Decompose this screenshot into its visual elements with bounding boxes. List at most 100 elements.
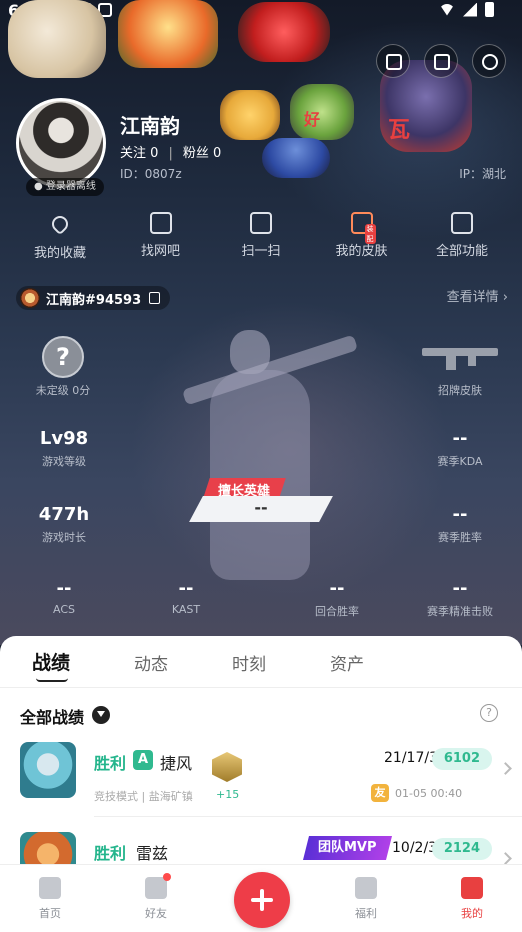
- stat-play-time: 477h 游戏时长: [24, 504, 104, 545]
- records-filter-title[interactable]: 全部战绩: [20, 704, 84, 728]
- tab-moments[interactable]: 时刻: [232, 650, 266, 675]
- stat-value: --: [452, 504, 468, 525]
- stat-precise-kills: -- 赛季精准击败: [414, 578, 506, 619]
- best-hero-value[interactable]: --: [196, 498, 326, 517]
- stat-label: 游戏等级: [42, 455, 86, 468]
- stat-value: --: [178, 578, 194, 599]
- skin-equip-tag: 装配: [364, 224, 376, 244]
- nav-label: 我的: [461, 907, 483, 920]
- stat-acs: -- ACS: [34, 578, 94, 616]
- follow-count[interactable]: 关注 0: [120, 146, 158, 161]
- chevron-down-icon[interactable]: [92, 706, 110, 724]
- sticker-lion-dance: [238, 2, 330, 62]
- game-logo-icon: [20, 288, 40, 308]
- gear-icon: [482, 54, 498, 70]
- fans-count[interactable]: 粉丝 0: [183, 146, 221, 161]
- shortcut-favorites[interactable]: 我的收藏: [12, 212, 108, 261]
- stat-value: Lv98: [39, 428, 89, 449]
- stat-kast: -- KAST: [156, 578, 216, 616]
- shortcut-label: 找网吧: [140, 244, 180, 259]
- fans-value: 0: [212, 146, 222, 161]
- stat-label: 游戏时长: [42, 531, 86, 544]
- stat-label: 赛季精准击败: [427, 605, 493, 618]
- scan-icon: [250, 212, 272, 234]
- tab-bar: 战绩 动态 时刻 资产: [0, 636, 522, 688]
- nav-label: 好友: [145, 907, 167, 920]
- monitor-icon: [149, 212, 172, 234]
- view-details-link[interactable]: 查看详情 ›: [447, 286, 508, 305]
- shortcut-all-features[interactable]: 全部功能: [414, 212, 510, 261]
- gift-icon: [355, 877, 377, 899]
- unread-dot: [163, 873, 171, 881]
- sticker-character: [262, 138, 330, 178]
- agent-silhouette: [170, 322, 360, 622]
- shortcut-my-skins[interactable]: 装配 我的皮肤: [314, 212, 410, 261]
- shortcut-label: 全部功能: [435, 244, 488, 259]
- profile-icon: [461, 877, 483, 899]
- stat-value: --: [329, 578, 345, 599]
- unranked-icon: ?: [42, 336, 84, 378]
- profile-hero: 6:24 好 瓦 ● 登录器离线 江南韵 关注 0|粉丝 0 ID：0807z …: [0, 0, 522, 645]
- rank-icon: [212, 752, 242, 782]
- stat-label: 赛季胜率: [438, 531, 482, 544]
- follow-value: 0: [150, 146, 159, 161]
- stat-season-winrate: -- 赛季胜率: [420, 504, 500, 545]
- tab-records[interactable]: 战绩: [32, 648, 70, 675]
- team-mvp-badge: 团队MVP: [303, 836, 392, 860]
- match-row[interactable]: 胜利 A 捷风 竞技模式 | 盐海矿镇 +15 21/17/3 6102 友 0…: [0, 742, 522, 822]
- wifi-icon: [439, 3, 455, 16]
- stat-level: Lv98 游戏等级: [24, 428, 104, 469]
- sticker-character: [290, 84, 354, 140]
- fans-label: 粉丝: [182, 146, 209, 161]
- status-system-icons: [439, 2, 494, 17]
- match-kda: 10/2/3: [392, 840, 438, 856]
- launcher-status-badge: ● 登录器离线: [26, 178, 104, 196]
- tab-assets[interactable]: 资产: [330, 650, 364, 675]
- copy-icon[interactable]: [149, 292, 161, 304]
- edit-icon: [386, 54, 402, 70]
- shortcut-label: 我的皮肤: [335, 244, 388, 259]
- stat-label: 赛季KDA: [437, 455, 483, 468]
- battery-icon: [485, 2, 494, 17]
- follow-stats: 关注 0 | 粉丝 0: [120, 146, 222, 161]
- sticker-characters: [8, 0, 106, 78]
- nav-label: 福利: [355, 907, 377, 920]
- shortcut-internet-cafe[interactable]: 找网吧: [113, 212, 209, 261]
- sticker-text: 好: [304, 110, 321, 129]
- create-post-button[interactable]: [234, 872, 290, 928]
- nav-me[interactable]: 我的: [442, 877, 502, 921]
- chevron-right-icon: [499, 762, 512, 775]
- match-mode-map: 竞技模式 | 盐海矿镇: [94, 790, 193, 803]
- stat-rank: 未定级 0分: [28, 378, 98, 398]
- agent-name: 捷风: [160, 754, 193, 773]
- game-account-pill[interactable]: 江南韵#94593: [16, 286, 171, 310]
- shortcut-label: 我的收藏: [33, 246, 86, 261]
- signature-skin-gun-icon[interactable]: [422, 342, 498, 370]
- match-score-badge: 2124: [431, 838, 492, 860]
- match-kda: 21/17/3: [384, 750, 438, 766]
- nav-friends[interactable]: 好友: [126, 873, 186, 921]
- avatar[interactable]: [16, 98, 106, 188]
- shortcut-row: 我的收藏 找网吧 扫一扫 装配 我的皮肤 全部功能: [12, 212, 510, 261]
- stat-value: --: [56, 578, 72, 599]
- share-icon: [434, 54, 450, 70]
- silhouette-body: [210, 370, 310, 580]
- heart-icon: [48, 212, 72, 236]
- stat-value: --: [452, 578, 468, 599]
- mvp-text: 团队MVP: [318, 840, 377, 855]
- share-button[interactable]: [424, 44, 458, 78]
- edit-background-button[interactable]: [376, 44, 410, 78]
- nav-benefits[interactable]: 福利: [336, 877, 396, 921]
- skin-icon: 装配: [350, 212, 376, 244]
- settings-button[interactable]: [472, 44, 506, 78]
- match-time: 01-05 00:40: [395, 787, 463, 800]
- nav-home[interactable]: 首页: [20, 877, 80, 921]
- grid-icon: [451, 212, 473, 234]
- shortcut-scan[interactable]: 扫一扫: [213, 212, 309, 261]
- stat-label: ACS: [53, 603, 75, 616]
- friends-icon: [145, 873, 171, 899]
- tab-feed[interactable]: 动态: [134, 650, 168, 675]
- stat-value: 477h: [38, 504, 90, 525]
- silhouette-head: [230, 330, 270, 374]
- help-icon[interactable]: ?: [480, 704, 498, 722]
